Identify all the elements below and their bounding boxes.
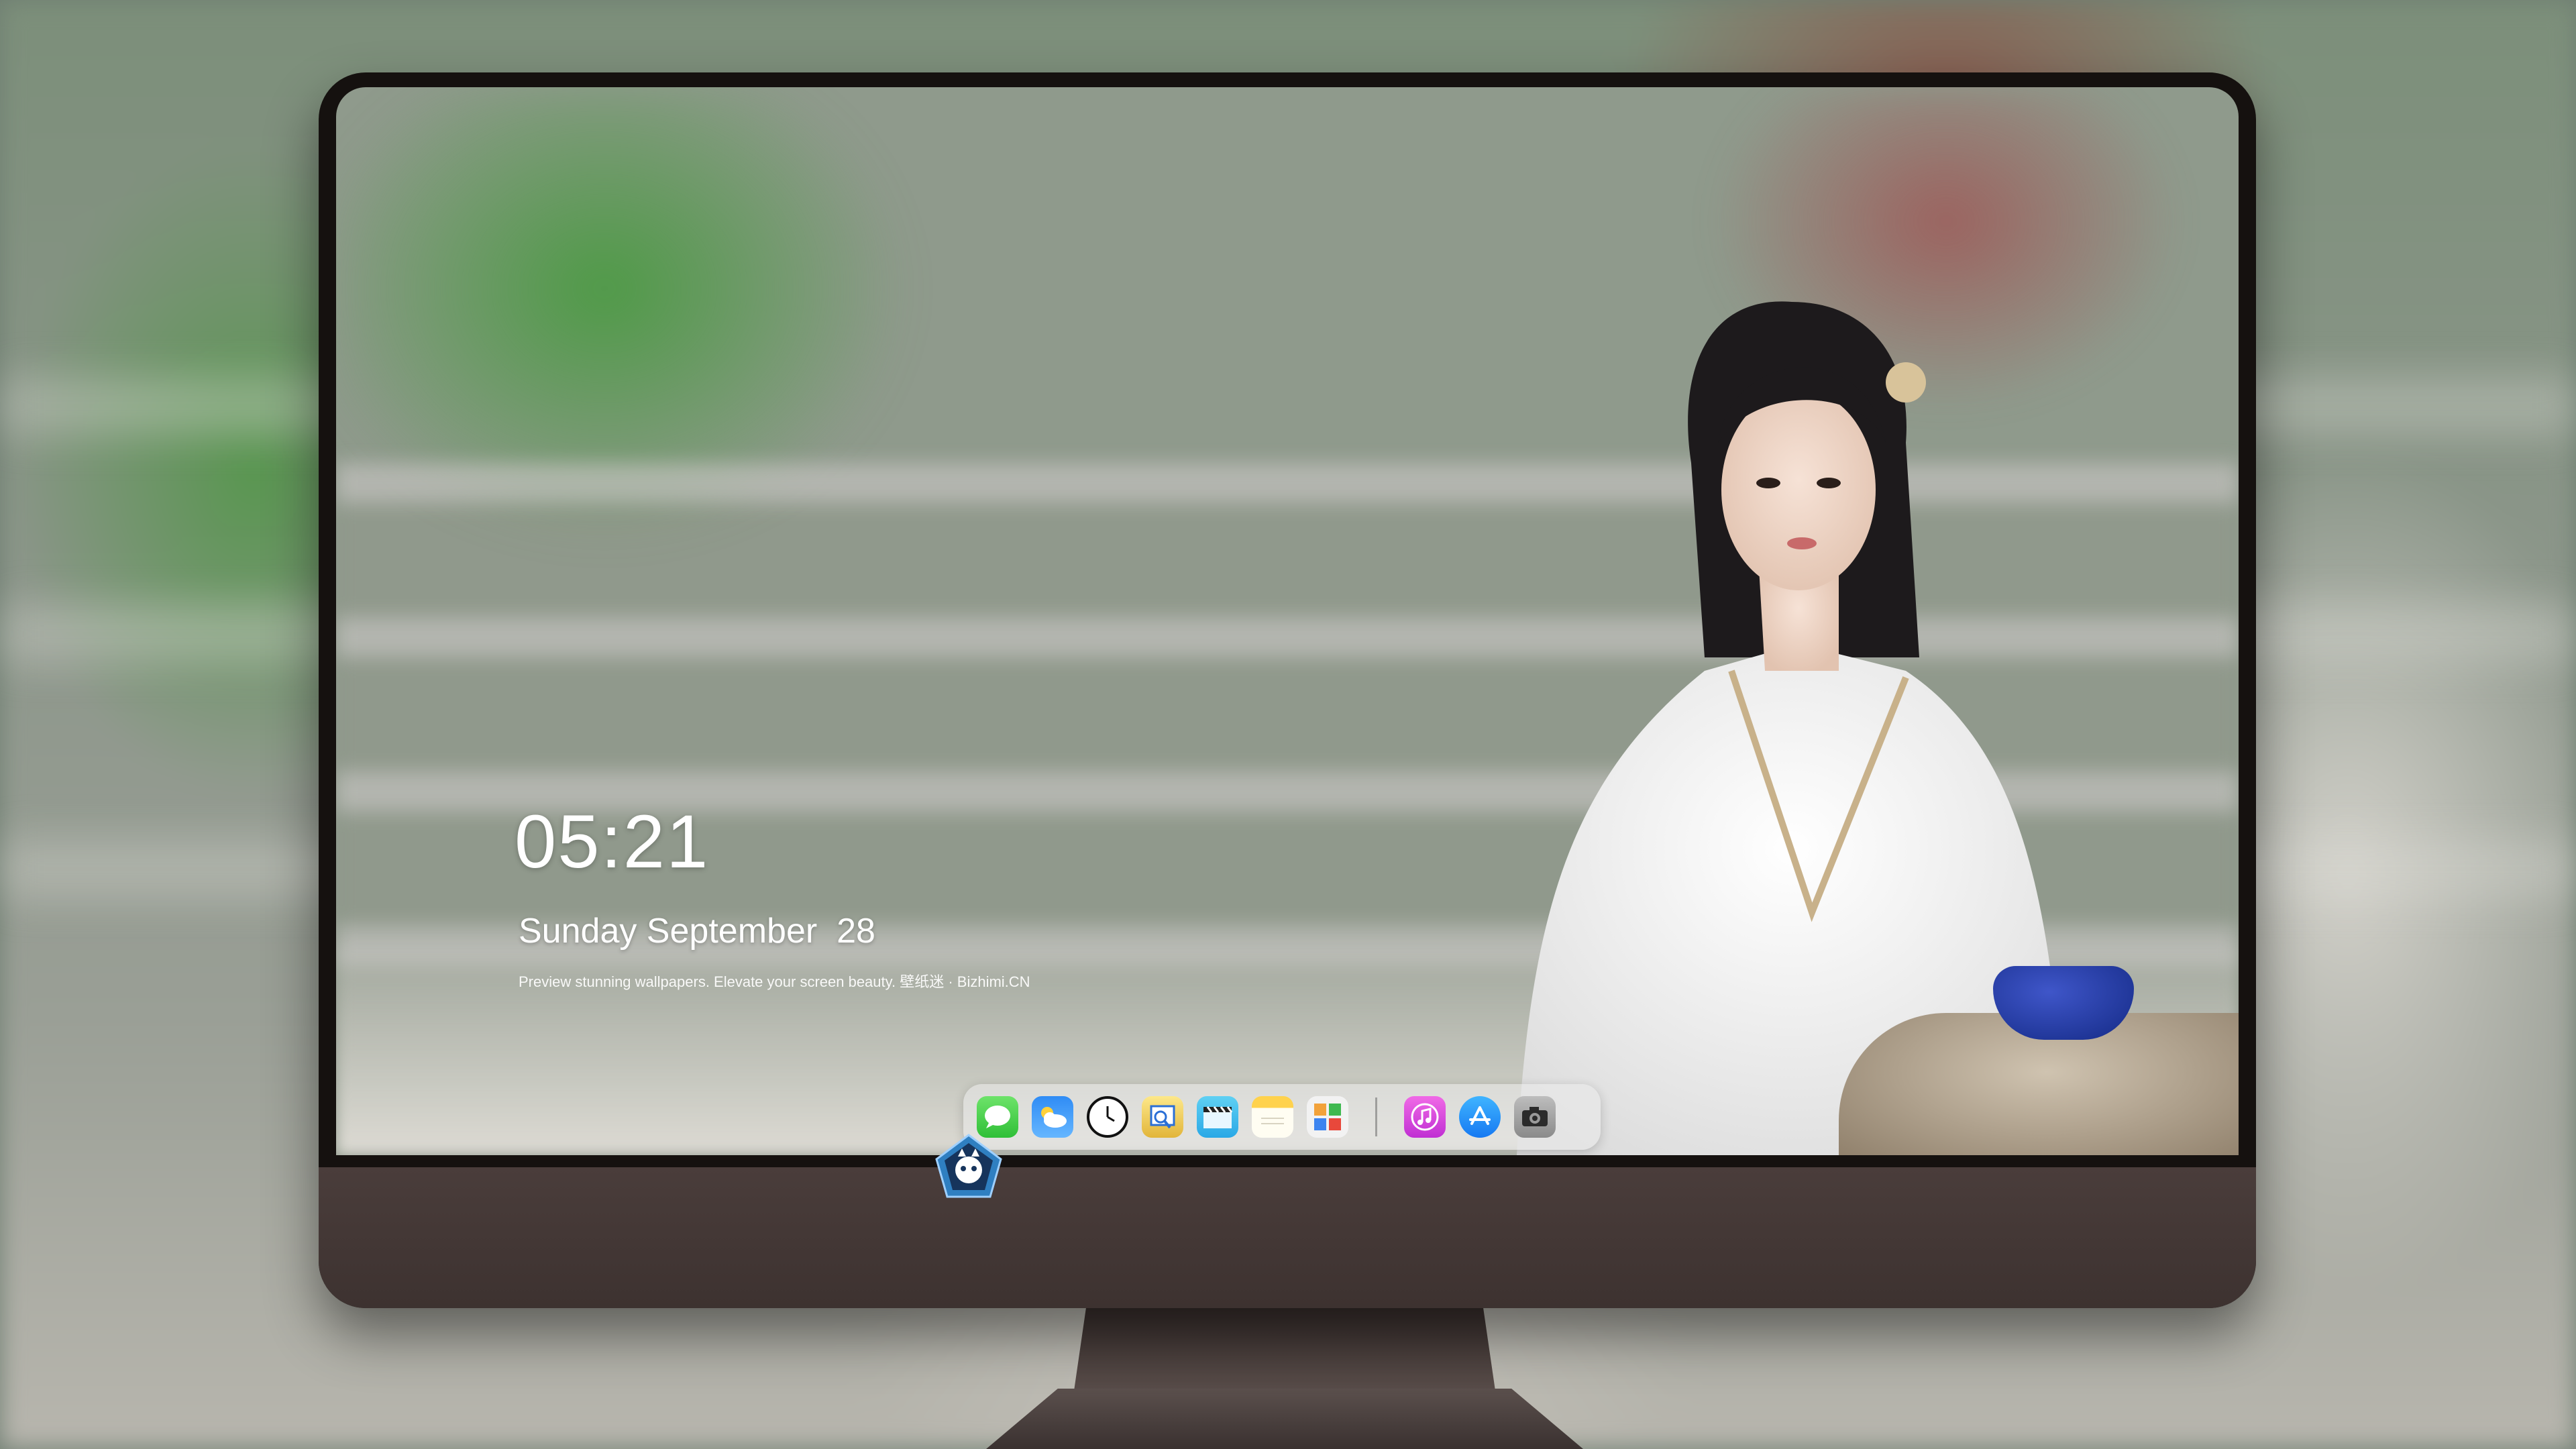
dock-app-clock[interactable] (1087, 1096, 1128, 1138)
monitor-stand-base (986, 1389, 1583, 1449)
dock-app-preview[interactable] (1142, 1096, 1183, 1138)
dock-app-app-store[interactable] (1459, 1096, 1501, 1138)
camera-icon (1522, 1107, 1548, 1126)
dock-separator (1375, 1097, 1377, 1136)
dock-app-photo-booth[interactable] (1307, 1096, 1348, 1138)
lockscreen-tagline: Preview stunning wallpapers. Elevate you… (519, 973, 1030, 990)
wallpaper (336, 87, 2239, 1155)
dock-app-clips[interactable] (1197, 1096, 1238, 1138)
photo-grid-icon (1314, 1104, 1341, 1130)
wallpaper-teacup (1993, 966, 2134, 1040)
clapperboard-icon (1203, 1106, 1233, 1128)
dock-app-weather[interactable] (1032, 1096, 1073, 1138)
notes-icon (1261, 1118, 1284, 1124)
brand-logo-icon (935, 1134, 1002, 1198)
clock-icon (1093, 1102, 1122, 1132)
dock-app-camera[interactable] (1514, 1096, 1556, 1138)
app-store-icon (1469, 1106, 1491, 1125)
preview-icon (1150, 1105, 1175, 1129)
monitor-stand-neck (1073, 1308, 1496, 1395)
dock (963, 1084, 1601, 1150)
message-bubble-icon (985, 1106, 1010, 1128)
cloud-sun-icon (1041, 1107, 1067, 1128)
monitor: 05:21 Sunday September 28 Preview stunni… (319, 72, 2256, 1308)
lockscreen-date: Sunday September 28 (519, 912, 875, 951)
lockscreen-time: 05:21 (515, 800, 710, 883)
dock-app-messages[interactable] (977, 1096, 1018, 1138)
dock-app-itunes[interactable] (1404, 1096, 1446, 1138)
monitor-chin (319, 1167, 2256, 1308)
dock-app-notes[interactable] (1252, 1096, 1293, 1138)
music-note-icon (1411, 1103, 1439, 1131)
screen: 05:21 Sunday September 28 Preview stunni… (336, 87, 2239, 1155)
